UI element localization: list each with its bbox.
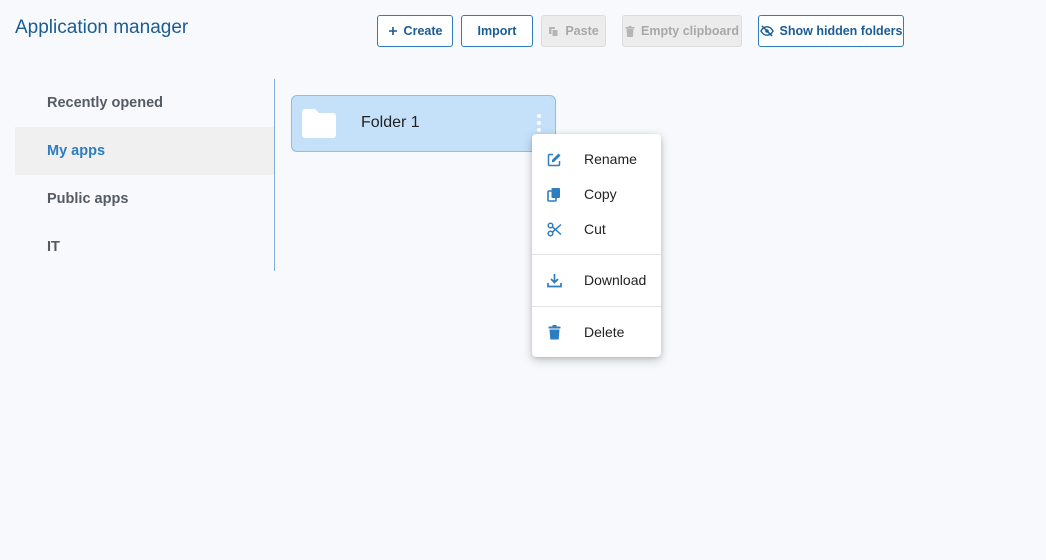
paste-button[interactable]: Paste	[541, 15, 606, 47]
trash-icon	[546, 324, 562, 340]
paste-button-label: Paste	[565, 24, 599, 38]
menu-item-cut[interactable]: Cut	[532, 212, 661, 246]
sidebar-item-recently-opened[interactable]: Recently opened	[15, 79, 274, 127]
sidebar-item-my-apps[interactable]: My apps	[15, 127, 274, 175]
create-button-label: Create	[403, 24, 443, 38]
copy-icon	[546, 186, 562, 202]
download-icon	[546, 272, 562, 288]
eye-slash-icon	[759, 25, 774, 37]
show-hidden-folders-label: Show hidden folders	[779, 24, 903, 38]
scissors-icon	[546, 221, 562, 237]
menu-item-label: Cut	[584, 221, 606, 237]
folder-icon	[300, 106, 338, 145]
menu-item-label: Download	[584, 272, 647, 288]
sidebar: Recently opened My apps Public apps IT	[15, 79, 275, 271]
folder-name: Folder 1	[361, 114, 420, 131]
empty-clipboard-button-label: Empty clipboard	[641, 24, 739, 38]
sidebar-item-public-apps[interactable]: Public apps	[15, 175, 274, 223]
paste-icon	[548, 26, 559, 37]
menu-item-rename[interactable]: Rename	[532, 142, 661, 176]
sidebar-item-it[interactable]: IT	[15, 223, 274, 271]
more-options-icon[interactable]	[531, 112, 547, 134]
sidebar-item-label: IT	[47, 239, 60, 255]
menu-divider	[532, 254, 661, 255]
menu-divider	[532, 306, 661, 307]
sidebar-item-label: Public apps	[47, 191, 129, 207]
menu-item-label: Copy	[584, 186, 617, 202]
context-menu: Rename Copy Cut Download Delete	[532, 134, 661, 357]
trash-icon	[625, 25, 635, 37]
sidebar-item-label: Recently opened	[47, 95, 164, 111]
create-button[interactable]: Create	[377, 15, 453, 47]
import-button-label: Import	[477, 24, 517, 38]
sidebar-item-label: My apps	[47, 143, 106, 159]
menu-item-label: Delete	[584, 324, 625, 340]
import-button[interactable]: Import	[461, 15, 533, 47]
menu-item-copy[interactable]: Copy	[532, 177, 661, 211]
menu-item-label: Rename	[584, 151, 637, 167]
menu-item-delete[interactable]: Delete	[532, 315, 661, 349]
empty-clipboard-button[interactable]: Empty clipboard	[622, 15, 742, 47]
page-title: Application manager	[15, 17, 189, 38]
folder-card[interactable]: Folder 1	[291, 95, 556, 152]
menu-item-download[interactable]: Download	[532, 263, 661, 297]
plus-icon	[388, 26, 398, 36]
edit-icon	[546, 151, 562, 167]
show-hidden-folders-button[interactable]: Show hidden folders	[758, 15, 904, 47]
